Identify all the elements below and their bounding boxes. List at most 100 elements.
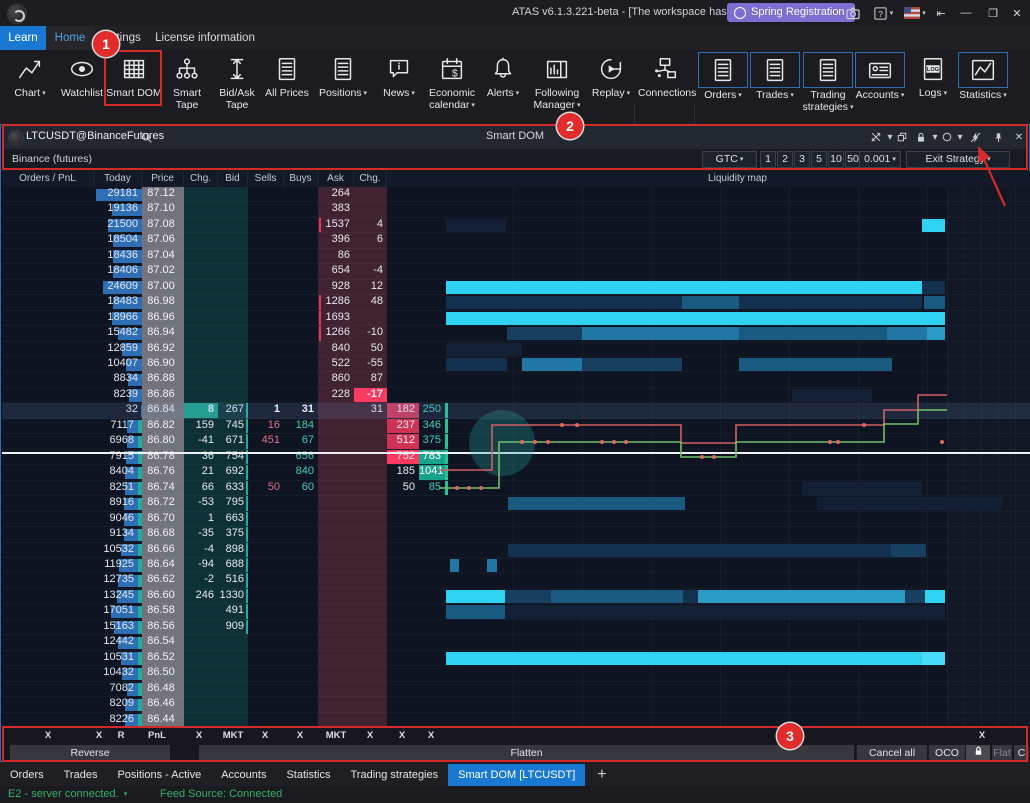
ctrl-x-button[interactable]: X (428, 729, 434, 743)
c-button[interactable]: C (1014, 745, 1029, 761)
close-button[interactable]: ✕ (1006, 4, 1028, 22)
toolbar-item-connections[interactable]: Connections (638, 52, 692, 118)
qty-preset-10[interactable]: 10 (828, 151, 844, 168)
ring-icon (734, 7, 746, 19)
pin-titlebar-button[interactable]: ⇤ (930, 4, 952, 22)
tab-home[interactable]: Home (46, 26, 94, 50)
toolbar-item-replay[interactable]: Replay▾ (588, 52, 634, 118)
qty-preset-3[interactable]: 3 (794, 151, 810, 168)
annotation-badge-3: 3 (777, 723, 803, 749)
ctrl-x-button[interactable]: X (45, 729, 51, 743)
toolbar-item-economic-calendar[interactable]: $Economic calendar▾ (424, 52, 480, 118)
language-button[interactable]: ▾ (900, 4, 930, 22)
ctrl-mkt-button[interactable]: MKT (326, 729, 347, 743)
ctrl-x-button[interactable]: X (297, 729, 303, 743)
bottom-tab-accounts[interactable]: Accounts (211, 764, 276, 786)
annotation-badge-1: 1 (93, 31, 119, 57)
toolbar-item-trading-strategies[interactable]: Trading strategies▾ (802, 52, 854, 118)
column-header-bid[interactable]: Bid (218, 171, 248, 187)
toolbar-item-label: Economic calendar▾ (424, 88, 480, 111)
toolbar-item-smart-dom[interactable]: Smart DOM (106, 52, 162, 118)
column-header-orders-pnl[interactable]: Orders / PnL (2, 171, 94, 187)
qty-preset-2[interactable]: 2 (777, 151, 793, 168)
toolbar-item-trades[interactable]: Trades▾ (750, 52, 800, 118)
toolbar-item-label: Logs▾ (910, 88, 956, 100)
duplicate-icon[interactable] (894, 129, 910, 145)
ctrl-x-button[interactable]: X (96, 729, 102, 743)
column-header-chg[interactable]: Chg. (354, 171, 387, 187)
statistics-icon (958, 52, 1008, 88)
bottom-tab-trades[interactable]: Trades (54, 764, 108, 786)
tif-select[interactable]: GTC▾ (702, 151, 757, 168)
column-header-chg[interactable]: Chg. (184, 171, 218, 187)
toolbar-item-alerts[interactable]: Alerts▾ (480, 52, 526, 118)
chevron-down-icon: ▾ (471, 102, 475, 109)
toolbar-item-all-prices[interactable]: All Prices (264, 52, 310, 118)
column-header-sells[interactable]: Sells (248, 171, 284, 187)
ctrl-x-button[interactable]: X (262, 729, 268, 743)
qty-preset-5[interactable]: 5 (811, 151, 827, 168)
exit-strategy-select[interactable]: Exit Strategy▾ (906, 151, 1010, 168)
flatten-button[interactable]: Flatten (199, 745, 854, 761)
chevron-down-icon[interactable]: ▾ (952, 129, 968, 145)
close-panel-icon[interactable]: ✕ (1011, 129, 1027, 145)
tab-learn[interactable]: Learn (0, 26, 46, 50)
step-select[interactable]: 0.001▾ (859, 151, 901, 168)
all-prices-icon (264, 52, 310, 86)
toolbar-item-label: Positions▾ (312, 88, 374, 100)
maximize-button[interactable]: ❒ (982, 4, 1004, 22)
help-button[interactable]: ? ▾ (868, 4, 898, 22)
toolbar-item-bid-ask-tape[interactable]: Bid/Ask Tape (212, 52, 262, 118)
bottom-tab-statistics[interactable]: Statistics (276, 764, 340, 786)
column-header-liquidity-map[interactable]: Liquidity map (445, 171, 1030, 187)
ctrl-x-button[interactable]: X (367, 729, 373, 743)
toolbar-item-accounts[interactable]: Accounts▾ (852, 52, 908, 118)
autocenter-flash-icon[interactable] (967, 129, 983, 145)
lock-trading-button[interactable] (966, 745, 990, 761)
ctrl-r-button[interactable]: R (118, 729, 125, 743)
annotation-badge-2: 2 (557, 113, 583, 139)
column-header-price[interactable]: Price (142, 171, 184, 187)
cancel-all-button[interactable]: Cancel all (856, 745, 927, 761)
qty-preset-1[interactable]: 1 (760, 151, 776, 168)
ctrl-x-button[interactable]: X (979, 729, 985, 743)
watchlist-icon (58, 52, 106, 86)
replay-icon (588, 52, 634, 86)
pin-icon[interactable] (990, 129, 1006, 145)
toolbar-item-label: Connections (638, 88, 692, 100)
ctrl-mkt-button[interactable]: MKT (223, 729, 244, 743)
ctrl-pnl-button[interactable]: PnL (148, 729, 166, 743)
bottom-tab-smart-dom-ltcusdt[interactable]: Smart DOM [LTCUSDT] (448, 764, 585, 786)
bottom-tab-positions-active[interactable]: Positions - Active (107, 764, 211, 786)
toolbar-item-following-manager[interactable]: Following Manager▾ (528, 52, 586, 118)
toolbar-item-positions[interactable]: Positions▾ (312, 52, 374, 118)
bid-ask-tape-icon (213, 52, 261, 86)
server-status[interactable]: E2 - server connected. ▾ (8, 788, 127, 800)
ctrl-x-button[interactable]: X (196, 729, 202, 743)
oco-button[interactable]: OCO (928, 745, 965, 761)
toolbar-item-logs[interactable]: LOGLogs▾ (910, 52, 956, 118)
ctrl-x-button[interactable]: X (399, 729, 405, 743)
tab-license-information[interactable]: License information (150, 26, 260, 50)
dom-ladder[interactable]: 2918187.122641913687.103832150087.081537… (2, 187, 1030, 728)
add-tab-button[interactable]: + (585, 764, 618, 786)
toolbar-item-orders[interactable]: Orders▾ (698, 52, 748, 118)
bottom-tab-orders[interactable]: Orders (0, 764, 54, 786)
screenshot-camera-button[interactable] (842, 4, 864, 22)
column-header-ask[interactable]: Ask (318, 171, 354, 187)
toolbar-item-label: Accounts▾ (852, 90, 908, 102)
flat-button[interactable]: Flat (992, 745, 1012, 761)
column-header-buys[interactable]: Buys (284, 171, 318, 187)
toolbar-item-smart-tape[interactable]: Smart Tape (164, 52, 210, 118)
spring-registration-button[interactable]: Spring Registration (727, 3, 855, 22)
minimize-button[interactable]: — (955, 4, 977, 22)
smart-dom-header[interactable]: LTCUSDT@BinanceFutures Smart DOM ▾ ▾ ▾ (2, 126, 1028, 149)
toolbar-item-statistics[interactable]: Statistics▾ (956, 52, 1010, 118)
toolbar-item-chart[interactable]: Chart▾ (4, 52, 56, 118)
column-header-today[interactable]: Today (94, 171, 142, 187)
toolbar-item-watchlist[interactable]: Watchlist (58, 52, 106, 118)
chevron-down-icon: ▾ (627, 90, 631, 97)
bottom-tab-trading-strategies[interactable]: Trading strategies (340, 764, 448, 786)
reverse-button[interactable]: Reverse (10, 745, 170, 761)
toolbar-item-news[interactable]: News▾ (376, 52, 422, 118)
